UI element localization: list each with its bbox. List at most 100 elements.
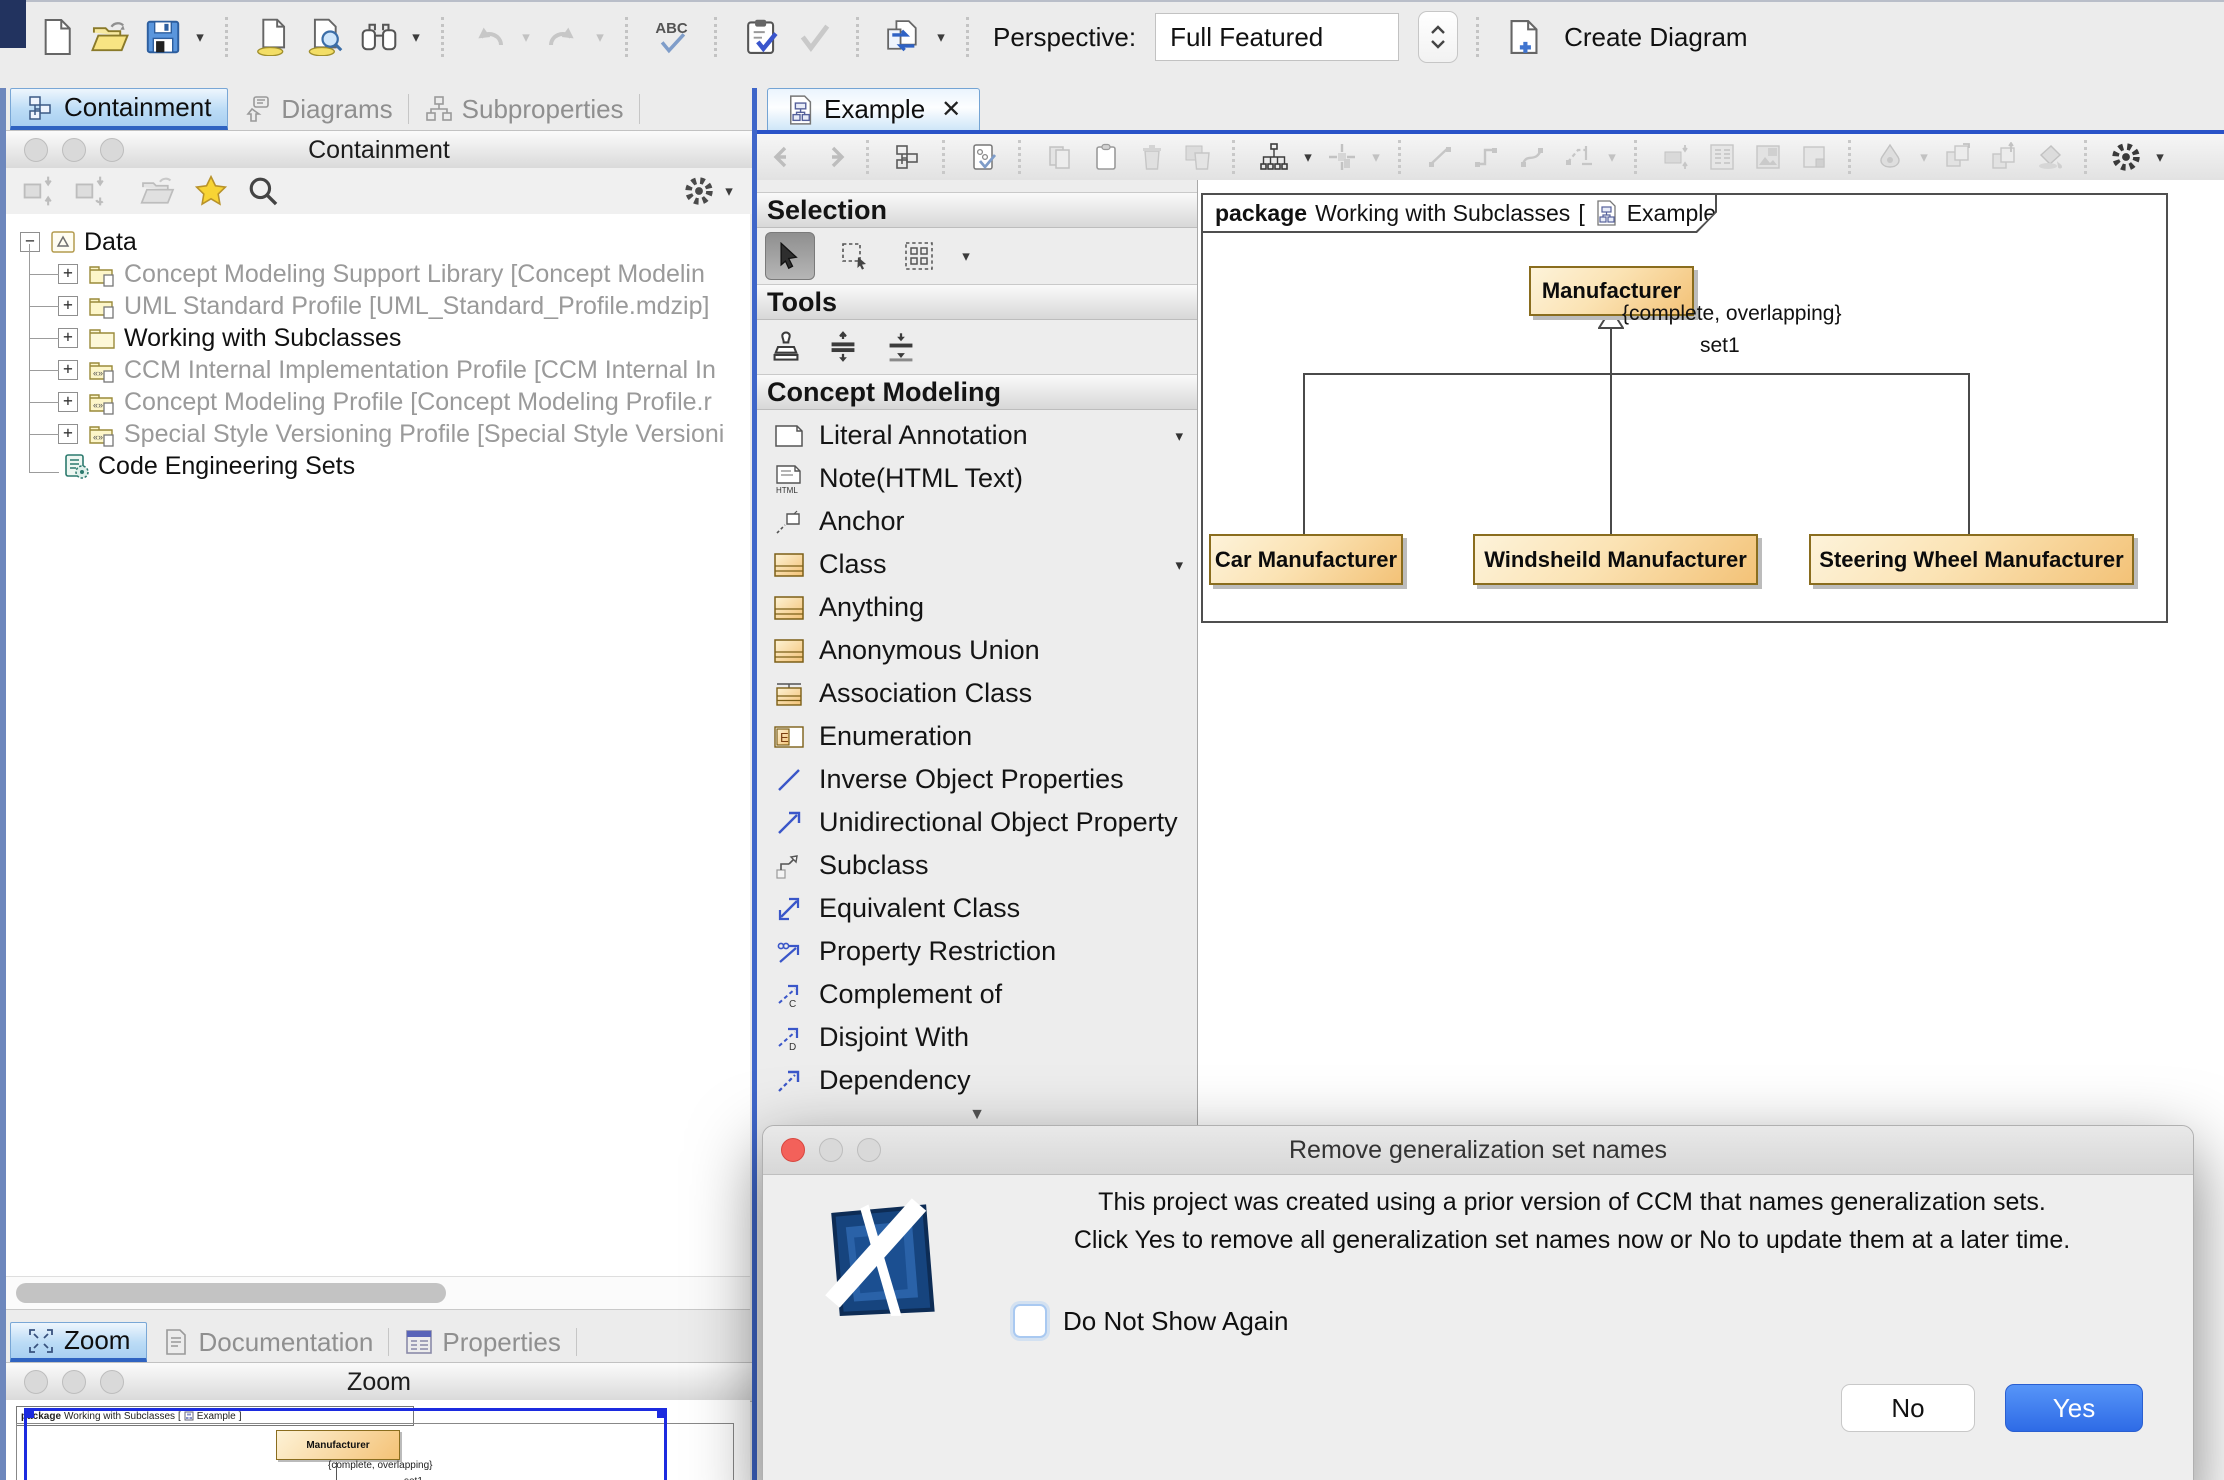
palette-item-equivalent-class[interactable]: Equivalent Class <box>757 887 1197 930</box>
palette-item-anchor[interactable]: Anchor <box>757 500 1197 543</box>
class-car-manufacturer[interactable]: Car Manufacturer <box>1209 534 1403 585</box>
palette-item-inverse-object-properties[interactable]: Inverse Object Properties <box>757 758 1197 801</box>
palette-item-anonymous-union[interactable]: Anonymous Union <box>757 629 1197 672</box>
tree-item-support-library[interactable]: + Concept Modeling Support Library [Conc… <box>6 258 750 290</box>
chevron-down-icon[interactable]: ▾ <box>1175 427 1183 445</box>
generate-dropdown-icon[interactable]: ▾ <box>934 28 948 46</box>
line-style-rectilinear-icon[interactable] <box>1421 138 1459 176</box>
expand-plus-icon[interactable]: + <box>58 264 78 284</box>
collapse-minus-icon[interactable]: − <box>20 232 40 252</box>
expand-plus-icon[interactable]: + <box>58 328 78 348</box>
line-style-dropdown-icon[interactable]: ▾ <box>1605 148 1619 166</box>
multi-select-button[interactable] <box>895 233 943 279</box>
tree-item-special-style-profile[interactable]: + «» Special Style Versioning Profile [S… <box>6 418 750 450</box>
generate-report-icon[interactable] <box>881 12 927 62</box>
image-shape-icon[interactable] <box>1749 138 1787 176</box>
undo-icon[interactable] <box>466 12 512 62</box>
tree-item-concept-modeling-profile[interactable]: + «» Concept Modeling Profile [Concept M… <box>6 386 750 418</box>
class-steering-wheel-manufacturer[interactable]: Steering Wheel Manufacturer <box>1809 534 2134 585</box>
copy-icon[interactable] <box>1041 138 1079 176</box>
split-vertically-icon[interactable] <box>827 331 859 363</box>
panel-options-gear-icon[interactable] <box>682 174 716 208</box>
style-dropdown-icon[interactable]: ▾ <box>1917 148 1931 166</box>
print-preview-icon[interactable] <box>303 12 349 62</box>
expand-plus-icon[interactable]: + <box>58 296 78 316</box>
palette-item-class[interactable]: Class ▾ <box>757 543 1197 586</box>
open-project-icon[interactable] <box>87 12 133 62</box>
new-project-icon[interactable] <box>34 12 80 62</box>
no-button[interactable]: No <box>1841 1384 1975 1432</box>
undo-dropdown-icon[interactable]: ▾ <box>519 28 533 46</box>
generalization-branch-windshield[interactable] <box>1610 373 1612 534</box>
minimize-button[interactable] <box>819 1138 843 1162</box>
close-tab-icon[interactable]: ✕ <box>941 95 961 124</box>
perspective-stepper[interactable] <box>1418 11 1458 63</box>
zoom-button[interactable] <box>857 1138 881 1162</box>
tab-zoom[interactable]: Zoom <box>10 1322 147 1362</box>
panel-window-buttons[interactable] <box>24 138 124 162</box>
find-dropdown-icon[interactable]: ▾ <box>409 28 423 46</box>
chevron-down-icon[interactable]: ▾ <box>1175 556 1183 574</box>
palette-item-dependency[interactable]: Dependency <box>757 1059 1197 1102</box>
zoom-viewport-rectangle[interactable] <box>24 1408 667 1480</box>
palette-item-literal-annotation[interactable]: Literal Annotation ▾ <box>757 414 1197 457</box>
marquee-select-button[interactable] <box>831 233 879 279</box>
palette-item-association-class[interactable]: Association Class <box>757 672 1197 715</box>
diagram-options-gear-icon[interactable] <box>2107 138 2145 176</box>
fill-bucket-icon[interactable] <box>2031 138 2069 176</box>
palette-item-unidirectional-object-property[interactable]: Unidirectional Object Property <box>757 801 1197 844</box>
tree-item-code-engineering-sets[interactable]: Code Engineering Sets <box>6 450 750 482</box>
copy-style-icon[interactable] <box>1939 138 1977 176</box>
zoom-preview[interactable]: package Working with Subclasses [ Exampl… <box>6 1400 750 1480</box>
save-icon[interactable] <box>140 12 186 62</box>
palette-section-concept-modeling[interactable]: Concept Modeling <box>757 374 1197 410</box>
tab-documentation[interactable]: Documentation <box>147 1322 389 1362</box>
layout-hierarchy-icon[interactable] <box>1255 138 1293 176</box>
paste-style-icon[interactable] <box>1985 138 2023 176</box>
validation-icon[interactable] <box>739 12 785 62</box>
line-style-oblique-icon[interactable] <box>1467 138 1505 176</box>
tree-item-ccm-internal-profile[interactable]: + «» CCM Internal Implementation Profile… <box>6 354 750 386</box>
palette-item-anything[interactable]: Anything <box>757 586 1197 629</box>
generalization-tree-line[interactable] <box>1303 373 1970 375</box>
class-windshield-manufacturer[interactable]: Windsheild Manufacturer <box>1473 534 1758 585</box>
generalization-set-label[interactable]: set1 <box>1700 334 1740 358</box>
scrollbar-thumb[interactable] <box>16 1283 446 1303</box>
select-in-containment-icon[interactable] <box>889 138 927 176</box>
generalization-branch-steering[interactable] <box>1968 373 1970 534</box>
delete-icon[interactable] <box>1133 138 1171 176</box>
palette-item-enumeration[interactable]: E Enumeration <box>757 715 1197 758</box>
dialog-title-bar[interactable]: Remove generalization set names <box>763 1126 2193 1175</box>
spelling-icon[interactable]: ABC <box>650 12 696 62</box>
yes-button[interactable]: Yes <box>2005 1384 2143 1432</box>
tree-item-working-with-subclasses[interactable]: + Working with Subclasses <box>6 322 750 354</box>
containment-horizontal-scrollbar[interactable] <box>6 1276 750 1310</box>
quick-layout-dropdown-icon[interactable]: ▾ <box>1369 148 1383 166</box>
tab-properties[interactable]: Properties <box>389 1322 577 1362</box>
package-header[interactable]: package Working with Subclasses [ Exampl… <box>1201 193 1717 233</box>
create-diagram-icon[interactable] <box>1501 12 1547 62</box>
line-style-bezier-icon[interactable] <box>1513 138 1551 176</box>
expand-plus-icon[interactable]: + <box>58 424 78 444</box>
redo-icon[interactable] <box>540 12 586 62</box>
generalization-branch-car[interactable] <box>1303 373 1305 534</box>
perspective-select[interactable]: Full Featured <box>1155 13 1399 61</box>
style-paint-icon[interactable] <box>1871 138 1909 176</box>
open-in-new-tree-icon[interactable] <box>140 174 176 208</box>
save-dropdown-icon[interactable]: ▾ <box>193 28 207 46</box>
back-icon[interactable] <box>767 138 805 176</box>
layout-dropdown-icon[interactable]: ▾ <box>1301 148 1315 166</box>
pointer-tool-button[interactable] <box>765 232 815 280</box>
redo-dropdown-icon[interactable]: ▾ <box>593 28 607 46</box>
palette-item-note-html[interactable]: HTML Note(HTML Text) <box>757 457 1197 500</box>
merge-vertically-icon[interactable] <box>885 331 917 363</box>
tab-subproperties[interactable]: Subproperties <box>409 88 640 130</box>
validate-check-icon[interactable] <box>792 12 838 62</box>
do-not-show-again-row[interactable]: Do Not Show Again <box>1013 1304 1288 1338</box>
expand-plus-icon[interactable]: + <box>58 392 78 412</box>
dialog-window-buttons[interactable] <box>781 1138 881 1162</box>
specification-icon[interactable] <box>1703 138 1741 176</box>
tree-item-data[interactable]: − Data <box>6 226 750 258</box>
generalization-constraint-label[interactable]: {complete, overlapping} <box>1622 302 1842 326</box>
find-icon[interactable] <box>356 12 402 62</box>
